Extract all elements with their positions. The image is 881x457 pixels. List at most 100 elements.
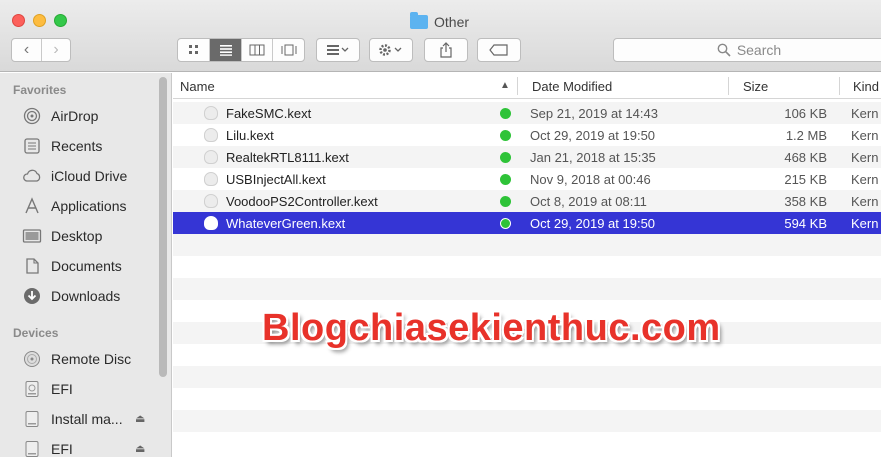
sidebar-item-label: EFI [51,381,73,397]
sidebar-item-label: Recents [51,138,103,154]
column-header-name[interactable]: Name [180,73,215,99]
file-date-modified: Nov 9, 2018 at 00:46 [530,171,651,187]
sidebar-item-label: Documents [51,258,122,274]
sidebar-item-airdrop[interactable]: AirDrop [22,104,98,128]
column-header-size[interactable]: Size [743,73,768,99]
recents-icon [22,136,42,156]
sidebar-item-icloud-drive[interactable]: iCloud Drive [22,164,127,188]
sidebar-item-efi[interactable]: EFI [22,377,73,401]
sidebar-item-label: Downloads [51,288,121,304]
sidebar-item-label: Remote Disc [51,351,132,367]
sidebar-item-install-macos[interactable]: Install ma... [22,407,123,431]
kext-file-icon [203,146,219,168]
sidebar-item-remote-disc[interactable]: Remote Disc [22,347,131,371]
empty-row [173,278,881,300]
file-size: 1.2 MB [785,127,827,143]
file-list: Name ▲ Date Modified Size Kind FakeSMC.k… [173,73,881,457]
search-field[interactable]: Search [613,38,881,62]
green-tag-icon [499,146,511,168]
empty-row [173,432,881,454]
file-size: 594 KB [784,215,827,231]
drive-icon [22,409,42,429]
forward-button[interactable]: › [40,39,70,61]
file-size: 468 KB [784,149,827,165]
gallery-view-icon [281,44,297,56]
sidebar-item-desktop[interactable]: Desktop [22,224,102,248]
file-row[interactable]: RealtekRTL8111.kext Jan 21, 2018 at 15:35… [173,146,881,168]
back-button[interactable]: ‹ [12,39,41,61]
edit-tags-button[interactable] [477,38,521,62]
file-kind: Kern [851,149,879,165]
view-mode-control [177,38,305,62]
sidebar-item-label: EFI [51,441,73,457]
kext-file-icon [203,102,219,124]
empty-row [173,388,881,410]
applications-icon [22,196,42,216]
sidebar-item-efi-2[interactable]: EFI [22,437,73,457]
eject-icon[interactable]: ⏏ [135,412,145,425]
devices-heading: Devices [13,326,59,340]
green-tag-icon [499,190,511,212]
minimize-window-button[interactable] [33,14,46,27]
file-row[interactable]: USBInjectAll.kext Nov 9, 2018 at 00:46 215… [173,168,881,190]
downloads-icon [22,286,42,306]
column-divider[interactable] [728,77,729,95]
file-date-modified: Oct 8, 2019 at 08:11 [530,193,647,209]
file-kind: Kern [851,171,879,187]
sidebar-item-downloads[interactable]: Downloads [22,284,120,308]
column-header-date-modified[interactable]: Date Modified [532,73,612,99]
arrange-button[interactable] [316,38,360,62]
file-kind: Kern [851,215,879,231]
file-size: 106 KB [784,105,827,121]
window-toolbar: Other ‹ › Search [0,0,881,72]
share-button[interactable] [424,38,468,62]
kext-file-icon [203,168,219,190]
disc-icon [22,349,42,369]
file-row[interactable]: WhateverGreen.kext Oct 29, 2019 at 19:50 5… [173,212,881,234]
zoom-window-button[interactable] [54,14,67,27]
sidebar: Favorites AirDrop Recents iCloud Drive A… [0,73,172,457]
icloud-icon [22,166,42,186]
file-kind: Kern [851,105,879,121]
file-name: RealtekRTL8111.kext [226,149,349,165]
list-view-button[interactable] [209,39,241,61]
file-row[interactable]: Lilu.kext Oct 29, 2019 at 19:50 1.2 MB Kern [173,124,881,146]
kext-file-icon [203,124,219,146]
navigation-buttons: ‹ › [11,38,71,62]
kext-file-icon [203,190,219,212]
file-row[interactable]: FakeSMC.kext Sep 21, 2019 at 14:43 106 KB K… [173,102,881,124]
action-menu-button[interactable] [369,38,413,62]
window-title-text: Other [434,14,470,30]
drive-icon [22,439,42,457]
file-size: 215 KB [784,171,827,187]
desktop-icon [22,226,42,246]
drive-icon [22,379,42,399]
documents-icon [22,256,42,276]
arrange-icon [327,45,349,55]
kext-file-icon [203,212,219,234]
eject-icon[interactable]: ⏏ [135,442,145,455]
file-kind: Kern [851,127,879,143]
file-name: FakeSMC.kext [226,105,312,121]
sidebar-scrollbar[interactable] [159,77,167,377]
sidebar-item-documents[interactable]: Documents [22,254,122,278]
file-date-modified: Jan 21, 2018 at 15:35 [530,149,656,165]
sidebar-item-recents[interactable]: Recents [22,134,102,158]
column-divider[interactable] [517,77,518,95]
search-icon [717,43,731,57]
icon-view-icon [188,45,198,54]
column-divider[interactable] [839,77,840,95]
close-window-button[interactable] [12,14,25,27]
gallery-view-button[interactable] [272,39,304,61]
sidebar-item-label: AirDrop [51,108,99,124]
file-row[interactable]: VoodooPS2Controller.kext Oct 8, 2019 at 0… [173,190,881,212]
green-tag-icon [499,168,511,190]
list-view-icon [219,45,232,56]
icon-view-button[interactable] [178,39,209,61]
file-kind: Kern [851,193,879,209]
column-view-button[interactable] [240,39,273,61]
sidebar-item-applications[interactable]: Applications [22,194,127,218]
file-name: Lilu.kext [226,127,274,143]
green-tag-icon [499,102,511,124]
column-header-kind[interactable]: Kind [853,73,879,99]
